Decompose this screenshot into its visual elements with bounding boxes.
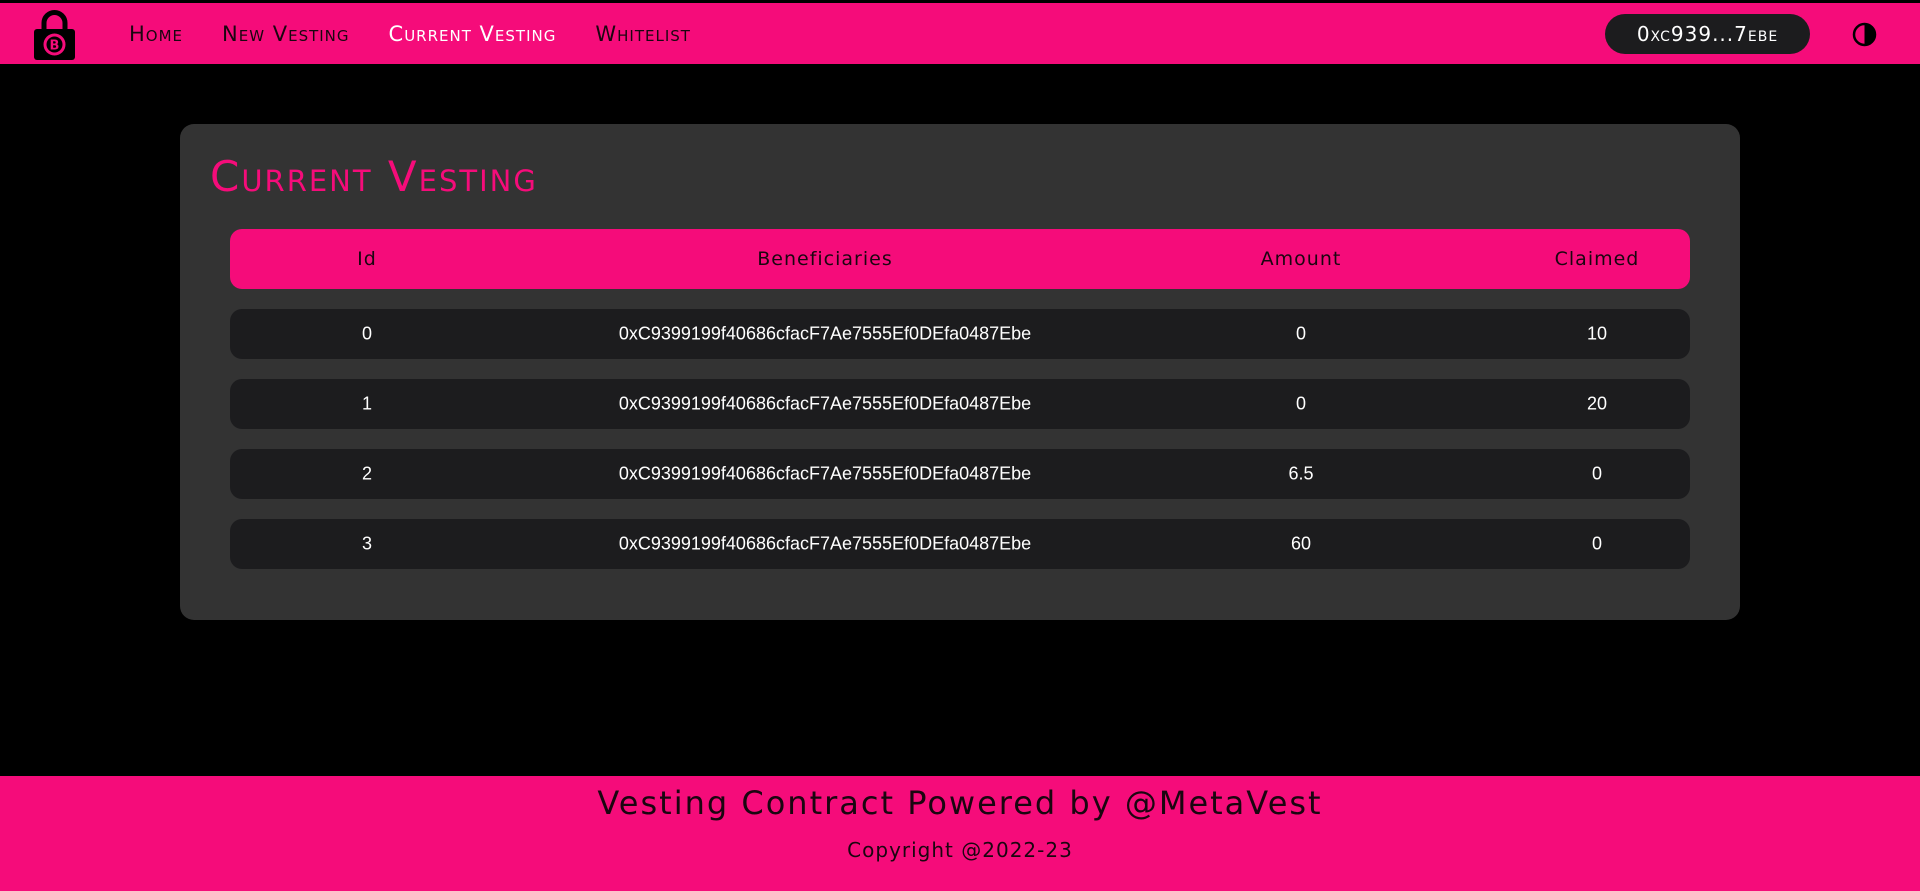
cell-amount: 6.5 — [1288, 463, 1314, 484]
page-title: Current Vesting — [210, 152, 538, 201]
nav-link-current-vesting[interactable]: Current Vesting — [389, 22, 557, 46]
table-row: 3 0xC9399199f40686cfacF7Ae7555Ef0DEfa048… — [230, 519, 1690, 569]
cell-claimed: 0 — [1591, 463, 1603, 484]
cell-id: 3 — [361, 533, 373, 554]
navbar: B Home New Vesting Current Vesting White… — [0, 3, 1920, 64]
half-circle-contrast-icon[interactable] — [1852, 22, 1877, 47]
cell-claimed: 10 — [1586, 323, 1608, 344]
table-row: 1 0xC9399199f40686cfacF7Ae7555Ef0DEfa048… — [230, 379, 1690, 429]
current-vesting-card: Current Vesting Id Beneficiaries Amount … — [180, 124, 1740, 620]
nav-links: Home New Vesting Current Vesting Whiteli… — [129, 3, 730, 64]
cell-beneficiary: 0xC9399199f40686cfacF7Ae7555Ef0DEfa0487E… — [618, 323, 1032, 344]
cell-amount: 0 — [1295, 393, 1307, 414]
cell-id: 0 — [361, 323, 373, 344]
cell-beneficiary: 0xC9399199f40686cfacF7Ae7555Ef0DEfa0487E… — [618, 393, 1032, 414]
bitcoin-lock-icon[interactable]: B — [33, 9, 76, 61]
svg-text:B: B — [50, 39, 60, 54]
cell-amount: 60 — [1290, 533, 1312, 554]
column-header-beneficiaries: Beneficiaries — [757, 248, 893, 270]
cell-id: 1 — [361, 393, 373, 414]
cell-beneficiary: 0xC9399199f40686cfacF7Ae7555Ef0DEfa0487E… — [618, 463, 1032, 484]
column-header-claimed: Claimed — [1554, 248, 1640, 270]
nav-link-new-vesting[interactable]: New Vesting — [222, 22, 350, 46]
footer-title: Vesting Contract Powered by @MetaVest — [597, 784, 1323, 822]
footer: Vesting Contract Powered by @MetaVest Co… — [0, 776, 1920, 891]
cell-claimed: 0 — [1591, 533, 1603, 554]
cell-id: 2 — [361, 463, 373, 484]
cell-claimed: 20 — [1586, 393, 1608, 414]
wallet-address-button[interactable]: 0xc939...7ebe — [1605, 14, 1810, 54]
footer-copyright: Copyright @2022-23 — [847, 838, 1073, 862]
nav-link-whitelist[interactable]: Whitelist — [595, 22, 691, 46]
nav-link-home[interactable]: Home — [129, 22, 183, 46]
cell-amount: 0 — [1295, 323, 1307, 344]
table-row: 0 0xC9399199f40686cfacF7Ae7555Ef0DEfa048… — [230, 309, 1690, 359]
column-header-id: Id — [357, 248, 377, 270]
table-row: 2 0xC9399199f40686cfacF7Ae7555Ef0DEfa048… — [230, 449, 1690, 499]
cell-beneficiary: 0xC9399199f40686cfacF7Ae7555Ef0DEfa0487E… — [618, 533, 1032, 554]
table-header: Id Beneficiaries Amount Claimed — [230, 229, 1690, 289]
column-header-amount: Amount — [1260, 248, 1342, 270]
